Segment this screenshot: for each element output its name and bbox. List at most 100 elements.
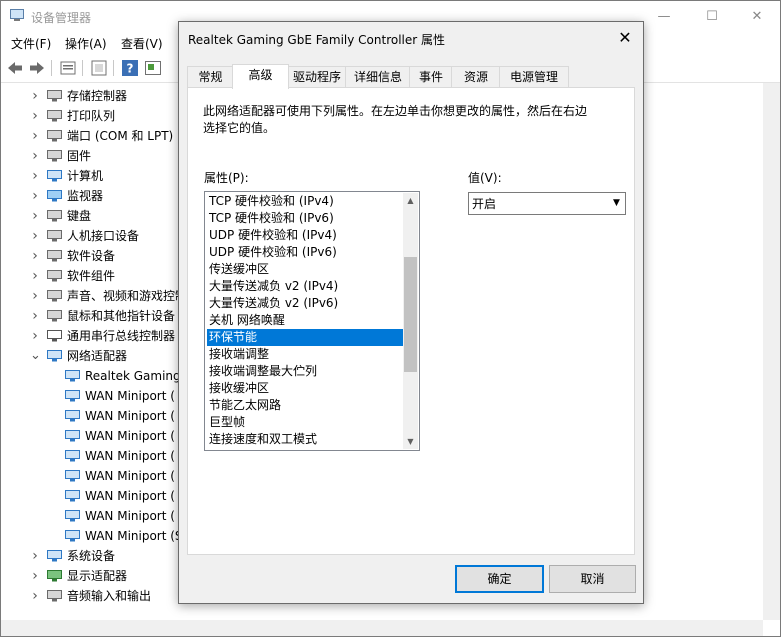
chevron-right-icon[interactable]: › (30, 546, 40, 566)
tree-item-label: WAN Miniport ( (85, 469, 175, 483)
tree-item[interactable]: WAN Miniport ( (1, 406, 181, 426)
menu-view[interactable]: 查看(V) (121, 35, 163, 52)
tree-item[interactable]: WAN Miniport ( (1, 506, 181, 526)
tree-item-label: WAN Miniport (S (85, 529, 183, 543)
property-list-scrollbar[interactable]: ▲ ▼ (403, 193, 418, 449)
property-list-item[interactable]: 巨型帧 (207, 414, 403, 431)
property-list-item[interactable]: 接收端调整 (207, 346, 403, 363)
tree-item-label: 软件设备 (67, 249, 116, 263)
cancel-button[interactable]: 取消 (549, 565, 636, 593)
view-icon[interactable] (144, 59, 162, 77)
tree-item[interactable]: › 软件设备 (1, 246, 181, 266)
tree-vertical-scrollbar[interactable] (763, 83, 780, 620)
menu-file[interactable]: 文件(F) (11, 35, 51, 52)
tree-item[interactable]: › 通用串行总线控制器 (1, 326, 181, 346)
tree-item[interactable]: › 端口 (COM 和 LPT) (1, 126, 181, 146)
property-list-item[interactable]: 节能乙太网路 (207, 397, 403, 414)
tree-item[interactable]: WAN Miniport ( (1, 446, 181, 466)
toolbar-separator (113, 60, 114, 76)
tab-power-management[interactable]: 电源管理 (499, 66, 569, 87)
chevron-right-icon[interactable]: › (30, 226, 40, 246)
chevron-right-icon[interactable]: › (30, 146, 40, 166)
chevron-right-icon[interactable]: › (30, 206, 40, 226)
tree-item[interactable]: WAN Miniport ( (1, 486, 181, 506)
network-adapter-icon (65, 510, 80, 522)
chevron-right-icon[interactable]: › (30, 246, 40, 266)
property-list-item[interactable]: UDP 硬件校验和 (IPv4) (207, 227, 403, 244)
tree-item[interactable]: Realtek Gaming (1, 366, 181, 386)
chevron-right-icon[interactable]: › (30, 266, 40, 286)
chevron-right-icon[interactable]: › (30, 186, 40, 206)
property-list-item[interactable]: 关机 网络唤醒 (207, 312, 403, 329)
chevron-right-icon[interactable]: › (30, 566, 40, 586)
tree-item[interactable]: › 软件组件 (1, 266, 181, 286)
tab-resources[interactable]: 资源 (451, 66, 501, 87)
tree-item[interactable]: › 固件 (1, 146, 181, 166)
chevron-right-icon[interactable]: › (30, 86, 40, 106)
chevron-right-icon[interactable]: › (30, 286, 40, 306)
property-listbox[interactable]: TCP 硬件校验和 (IPv4) TCP 硬件校验和 (IPv6) UDP 硬件校验… (204, 191, 420, 451)
software-component-icon (47, 270, 62, 282)
ok-button[interactable]: 确定 (455, 565, 544, 593)
tree-item[interactable]: › 计算机 (1, 166, 181, 186)
tree-item[interactable]: › 存储控制器 (1, 86, 181, 106)
menu-action[interactable]: 操作(A) (65, 35, 107, 52)
property-list-item[interactable]: 大量传送减负 v2 (IPv6) (207, 295, 403, 312)
chevron-right-icon[interactable]: › (30, 306, 40, 326)
chevron-right-icon[interactable]: › (30, 106, 40, 126)
chevron-down-icon[interactable]: ▼ (609, 194, 624, 213)
scroll-down-icon[interactable]: ▼ (403, 434, 418, 449)
property-list-item[interactable]: 连接速度和双工模式 (207, 431, 403, 448)
tree-item[interactable]: › 鼠标和其他指针设备 (1, 306, 181, 326)
properties-dialog: Realtek Gaming GbE Family Controller 属性 … (178, 21, 644, 604)
property-list-item[interactable]: 接收缓冲区 (207, 380, 403, 397)
tree-item[interactable]: ⌄ 网络适配器 (1, 346, 181, 366)
tab-details[interactable]: 详细信息 (345, 66, 411, 87)
close-icon: ✕ (618, 28, 632, 47)
chevron-right-icon[interactable]: › (30, 126, 40, 146)
tab-advanced[interactable]: 高级 (232, 64, 289, 89)
close-button[interactable]: ✕ (734, 1, 780, 31)
tab-general[interactable]: 常规 (187, 66, 234, 87)
tree-item[interactable]: › 监视器 (1, 186, 181, 206)
property-list-item[interactable]: UDP 硬件校验和 (IPv6) (207, 244, 403, 261)
tree-item[interactable]: › 打印队列 (1, 106, 181, 126)
maximize-button[interactable]: ☐ (689, 1, 735, 31)
network-adapter-icon (65, 530, 80, 542)
property-list-item[interactable]: 大量传送减负 v2 (IPv4) (207, 278, 403, 295)
properties-icon[interactable] (59, 59, 77, 77)
tree-item[interactable]: WAN Miniport ( (1, 426, 181, 446)
tree-item[interactable]: › 声音、视频和游戏控制器 (1, 286, 199, 306)
tab-events[interactable]: 事件 (409, 66, 453, 87)
forward-icon[interactable] (28, 59, 46, 77)
back-icon[interactable] (6, 59, 24, 77)
property-list-item[interactable]: 接收端调整最大伫列 (207, 363, 403, 380)
chevron-right-icon[interactable]: › (30, 586, 40, 606)
scrollbar-thumb[interactable] (404, 257, 417, 372)
tree-item-label: 键盘 (67, 209, 92, 223)
tree-item[interactable]: › 键盘 (1, 206, 181, 226)
property-list-item[interactable]: TCP 硬件校验和 (IPv6) (207, 210, 403, 227)
property-list-item[interactable]: 环保节能 (207, 329, 403, 346)
property-list-item[interactable]: 传送缓冲区 (207, 261, 403, 278)
tree-item[interactable]: › 系统设备 (1, 546, 181, 566)
help-icon[interactable]: ? (121, 59, 139, 77)
value-dropdown[interactable]: 开启 ▼ (468, 192, 626, 215)
tree-item[interactable]: WAN Miniport ( (1, 386, 181, 406)
tree-item[interactable]: WAN Miniport (S (1, 526, 183, 546)
tree-item[interactable]: › 人机接口设备 (1, 226, 181, 246)
scroll-up-icon[interactable]: ▲ (403, 193, 418, 208)
tree-item[interactable]: › 显示适配器 (1, 566, 181, 586)
minimize-button[interactable]: — (641, 1, 687, 31)
chevron-down-icon[interactable]: ⌄ (30, 346, 41, 366)
tree-horizontal-scrollbar[interactable] (1, 620, 763, 636)
refresh-icon[interactable] (90, 59, 108, 77)
tab-driver[interactable]: 驱动程序 (287, 66, 347, 87)
property-list-item[interactable]: TCP 硬件校验和 (IPv4) (207, 193, 403, 210)
tree-item-label: 监视器 (67, 189, 104, 203)
tree-item[interactable]: WAN Miniport ( (1, 466, 181, 486)
tree-item[interactable]: › 音频输入和输出 (1, 586, 181, 606)
dialog-close-button[interactable]: ✕ (615, 28, 635, 48)
chevron-right-icon[interactable]: › (30, 326, 40, 346)
chevron-right-icon[interactable]: › (30, 166, 40, 186)
